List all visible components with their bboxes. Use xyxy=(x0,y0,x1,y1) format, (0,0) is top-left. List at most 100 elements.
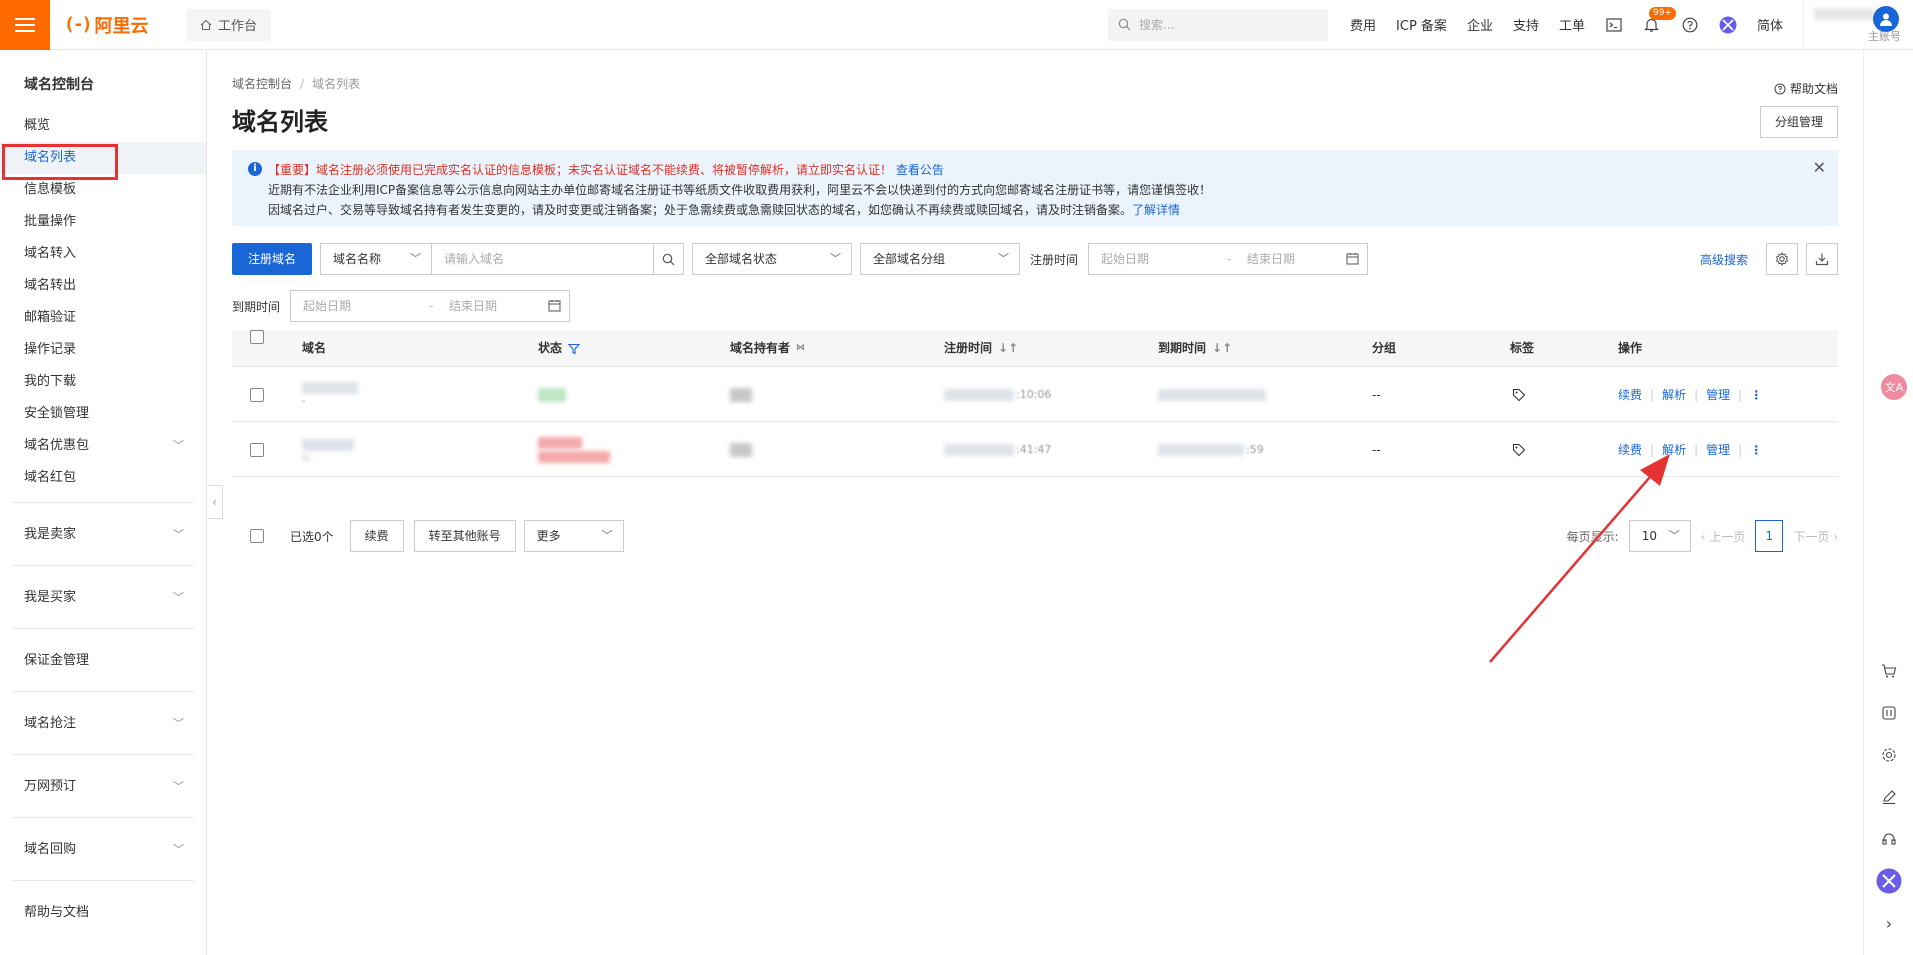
manage-link[interactable]: 管理 xyxy=(1706,441,1730,458)
domain-name-blurred[interactable] xyxy=(302,438,354,451)
more-options-icon[interactable]: ⋮ xyxy=(1750,388,1762,402)
nav-support[interactable]: 支持 xyxy=(1513,15,1539,34)
next-page-button[interactable]: 下一页 › xyxy=(1793,528,1838,545)
more-options-icon[interactable]: ⋮ xyxy=(1750,443,1762,457)
holder-blurred xyxy=(730,387,752,402)
account-menu[interactable]: 主账号 xyxy=(1803,0,1913,50)
sidebar-group-buyback[interactable]: 域名回购 ﹀ xyxy=(12,817,194,880)
transfer-account-button[interactable]: 转至其他账号 xyxy=(413,520,516,552)
translate-label: 文A xyxy=(1884,381,1904,394)
assistant-icon[interactable] xyxy=(1876,868,1902,894)
row-checkbox[interactable] xyxy=(250,442,264,457)
group-select[interactable]: 全部域名分组 ﹀ xyxy=(860,243,1021,275)
sort-icon[interactable]: ⋈ xyxy=(796,330,805,367)
console-icon[interactable] xyxy=(1880,704,1898,722)
sidebar-item-batch[interactable]: 批量操作 xyxy=(0,206,206,238)
bell-icon[interactable]: 99+ xyxy=(1643,6,1676,34)
headset-icon[interactable] xyxy=(1880,830,1898,848)
more-actions-value: 更多 xyxy=(536,529,561,543)
prev-page-button[interactable]: ‹ 上一页 xyxy=(1701,528,1746,545)
assistant-icon[interactable] xyxy=(1719,16,1737,34)
select-all-checkbox[interactable] xyxy=(250,330,264,344)
notice-link-details[interactable]: 了解详情 xyxy=(1132,203,1180,217)
gear-icon[interactable] xyxy=(1880,746,1898,764)
sidebar-group-deposit[interactable]: 保证金管理 xyxy=(12,628,194,691)
chevron-down-icon: ﹀ xyxy=(998,252,1010,265)
sidebar-item-transfer-in[interactable]: 域名转入 xyxy=(0,238,206,270)
renew-link[interactable]: 续费 xyxy=(1618,386,1642,403)
help-icon[interactable] xyxy=(1681,16,1699,34)
sub-account-label: 主账号 xyxy=(1868,29,1901,43)
advanced-search-link[interactable]: 高级搜索 xyxy=(1700,251,1748,268)
sidebar-group-label: 我是卖家 xyxy=(24,527,77,542)
reg-end-date[interactable]: 结束日期 xyxy=(1247,244,1295,274)
more-actions-select[interactable]: 更多 ﹀ xyxy=(523,520,624,552)
batch-renew-button[interactable]: 续费 xyxy=(349,520,404,552)
domain-search-input[interactable]: 请输入域名 xyxy=(432,243,655,275)
status-select[interactable]: 全部域名状态 ﹀ xyxy=(692,243,853,275)
aliyun-logo[interactable]: (-) 阿里云 xyxy=(64,12,174,38)
sort-icon[interactable]: ↓↑ xyxy=(1212,330,1232,367)
sidebar-group-seller[interactable]: 我是卖家 ﹀ xyxy=(12,502,194,565)
sidebar-item-security-lock[interactable]: 安全锁管理 xyxy=(0,398,206,430)
group-manage-button[interactable]: 分组管理 xyxy=(1759,106,1838,138)
reg-start-date[interactable]: 起始日期 xyxy=(1101,244,1149,274)
sidebar-item-downloads[interactable]: 我的下载 xyxy=(0,366,206,398)
tag-icon[interactable] xyxy=(1512,388,1526,402)
sidebar-item-domain-list[interactable]: 域名列表 xyxy=(0,142,206,180)
nav-tickets[interactable]: 工单 xyxy=(1559,15,1585,34)
per-page-select[interactable]: 10 ﹀ xyxy=(1628,520,1691,552)
sidebar-item-overview[interactable]: 概览 xyxy=(0,110,206,142)
search-field-select[interactable]: 域名名称 ﹀ xyxy=(320,243,433,275)
translate-icon[interactable]: 文A xyxy=(1881,374,1907,400)
dns-resolve-link[interactable]: 解析 xyxy=(1662,441,1686,458)
close-icon[interactable]: ✕ xyxy=(1813,158,1826,178)
sidebar-item-discount-pack[interactable]: 域名优惠包 ﹀ xyxy=(0,430,206,462)
filter-icon[interactable] xyxy=(568,343,581,355)
domain-name-blurred[interactable] xyxy=(302,382,358,394)
page-number-current[interactable]: 1 xyxy=(1755,520,1784,552)
tag-icon[interactable] xyxy=(1512,443,1526,457)
cart-icon[interactable] xyxy=(1880,662,1898,680)
global-search-input[interactable]: 搜索... xyxy=(1108,8,1329,41)
settings-button[interactable] xyxy=(1766,243,1798,275)
sidebar-collapse-handle[interactable]: ‹ xyxy=(207,485,223,519)
terminal-icon[interactable] xyxy=(1605,16,1623,34)
expire-time-range[interactable]: 起始日期 - 结束日期 xyxy=(290,290,571,322)
sort-icon[interactable]: ↓↑ xyxy=(998,330,1018,367)
annotation-arrow xyxy=(1489,454,1670,663)
sidebar-group-buyer[interactable]: 我是买家 ﹀ xyxy=(12,565,194,628)
nav-fees[interactable]: 费用 xyxy=(1350,15,1376,34)
table-header: 域名 状态 域名持有者 ⋈ 注册时间 ↓↑ 到期时间 ↓↑ 分组 标签 操作 xyxy=(232,330,1838,367)
notice-link-announcement[interactable]: 查看公告 xyxy=(896,163,944,177)
row-checkbox[interactable] xyxy=(250,387,264,402)
help-doc-link[interactable]: 帮助文档 xyxy=(1774,80,1838,97)
sidebar-group-snatch[interactable]: 域名抢注 ﹀ xyxy=(12,691,194,754)
export-button[interactable] xyxy=(1806,243,1838,275)
sidebar-group-preorder[interactable]: 万网预订 ﹀ xyxy=(12,754,194,817)
chevron-right-icon[interactable]: › xyxy=(1880,914,1898,933)
dns-resolve-link[interactable]: 解析 xyxy=(1662,386,1686,403)
register-domain-button[interactable]: 注册域名 xyxy=(232,243,313,275)
nav-icp[interactable]: ICP 备案 xyxy=(1396,15,1447,34)
search-button[interactable] xyxy=(654,243,685,275)
sidebar-item-email-verify[interactable]: 邮箱验证 xyxy=(0,302,206,334)
footer-select-all-checkbox[interactable] xyxy=(250,529,264,543)
sidebar-item-transfer-out[interactable]: 域名转出 xyxy=(0,270,206,302)
edit-icon[interactable] xyxy=(1880,788,1898,806)
workbench-button[interactable]: 工作台 xyxy=(186,8,272,41)
language-switch[interactable]: 简体 xyxy=(1757,15,1783,34)
manage-link[interactable]: 管理 xyxy=(1706,386,1730,403)
nav-enterprise[interactable]: 企业 xyxy=(1467,15,1493,34)
breadcrumb-console[interactable]: 域名控制台 xyxy=(232,77,292,91)
expire-end-date[interactable]: 结束日期 xyxy=(449,291,497,321)
expire-start-date[interactable]: 起始日期 xyxy=(303,291,351,321)
menu-icon[interactable] xyxy=(0,0,50,50)
sidebar-group-help[interactable]: 帮助与文档 xyxy=(12,880,194,943)
sidebar-item-info-template[interactable]: 信息模板 xyxy=(0,174,206,206)
workbench-label: 工作台 xyxy=(218,19,258,34)
reg-time-range[interactable]: 起始日期 - 结束日期 xyxy=(1088,243,1369,275)
sidebar-item-red-packet[interactable]: 域名红包 xyxy=(0,462,206,494)
sidebar-item-op-log[interactable]: 操作记录 xyxy=(0,334,206,366)
renew-link[interactable]: 续费 xyxy=(1618,441,1642,458)
